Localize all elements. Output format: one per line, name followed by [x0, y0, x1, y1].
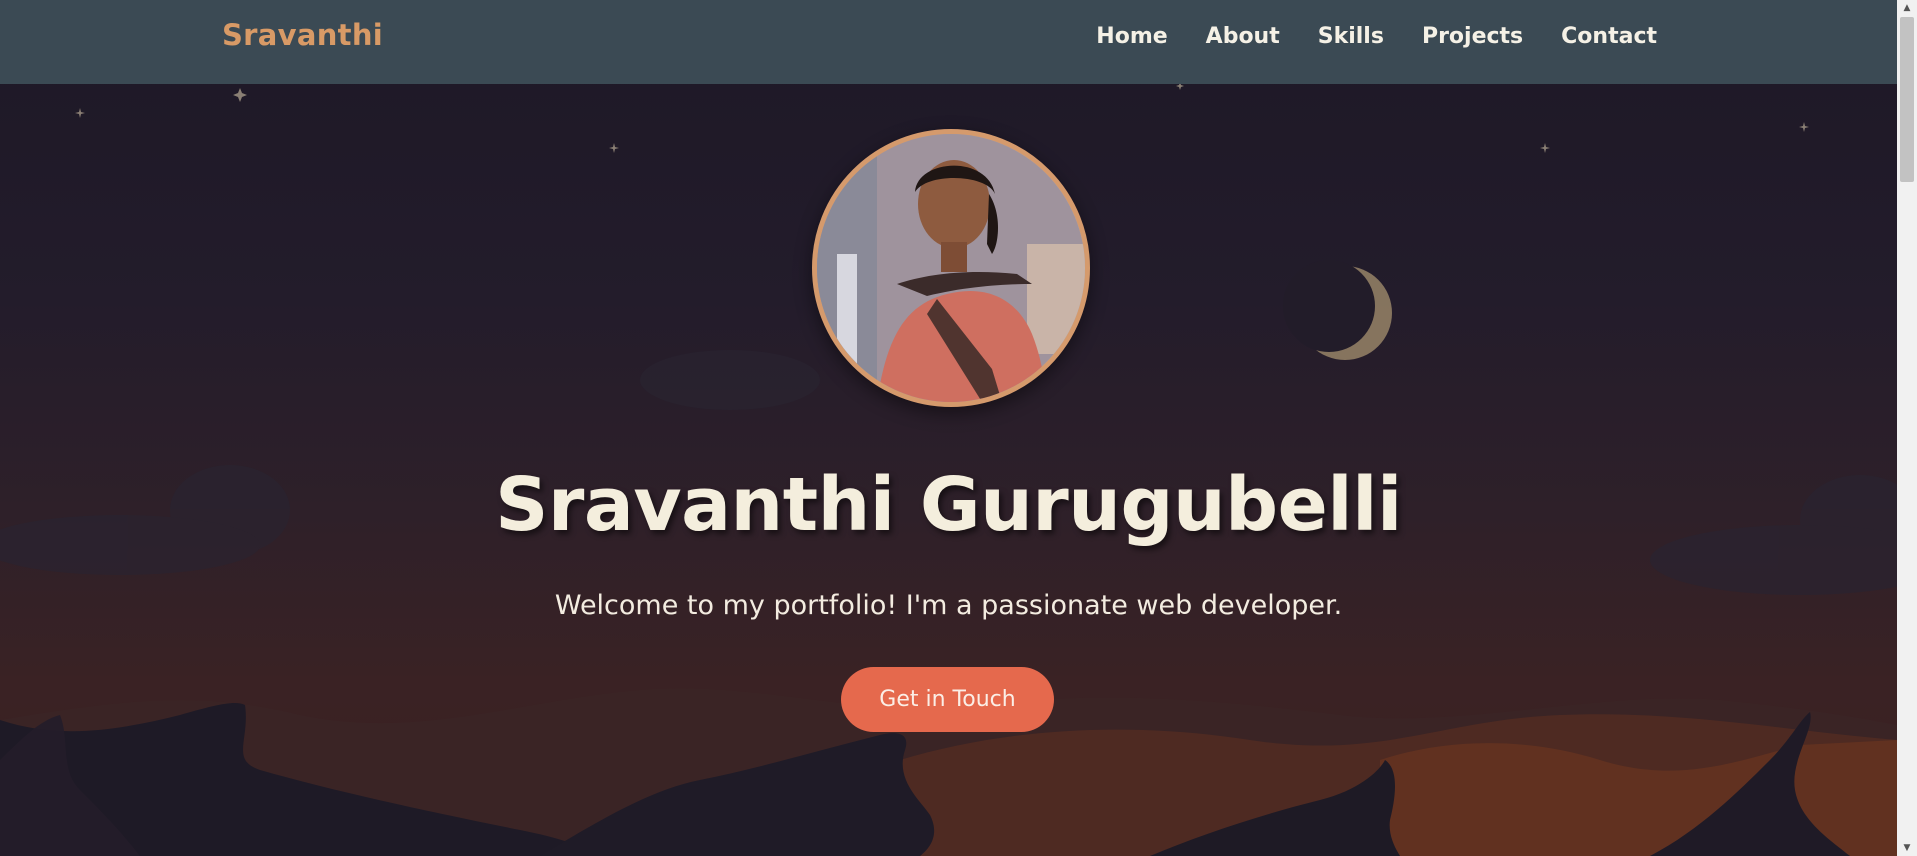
scroll-up-arrow-icon[interactable]: ▲: [1897, 0, 1917, 16]
page: Sravanthi Home About Skills Projects Con…: [0, 0, 1897, 856]
nav-link-contact[interactable]: Contact: [1561, 24, 1657, 49]
hero-tagline: Welcome to my portfolio! I'm a passionat…: [554, 590, 1343, 621]
main-nav: Home About Skills Projects Contact: [1096, 24, 1657, 49]
scroll-down-arrow-icon[interactable]: ▼: [1897, 840, 1917, 856]
profile-photo: [812, 129, 1090, 407]
site-logo[interactable]: Sravanthi: [222, 18, 383, 52]
get-in-touch-button[interactable]: Get in Touch: [841, 667, 1054, 732]
star-icon: [1540, 143, 1550, 153]
page-title: Sravanthi Gurugubelli: [495, 462, 1402, 548]
star-icon: [1799, 122, 1809, 132]
top-navbar: Sravanthi Home About Skills Projects Con…: [0, 0, 1897, 84]
crescent-moon-icon: [1283, 260, 1392, 360]
scrollbar-thumb[interactable]: [1900, 17, 1914, 182]
profile-photo-illustration: [817, 134, 1085, 402]
star-icon: [609, 143, 619, 153]
star-icon: [75, 108, 85, 118]
nav-link-about[interactable]: About: [1206, 24, 1280, 49]
nav-link-home[interactable]: Home: [1096, 24, 1167, 49]
vertical-scrollbar[interactable]: ▲ ▼: [1897, 0, 1917, 856]
star-icon: [233, 88, 247, 102]
nav-link-skills[interactable]: Skills: [1318, 24, 1384, 49]
nav-link-projects[interactable]: Projects: [1422, 24, 1523, 49]
